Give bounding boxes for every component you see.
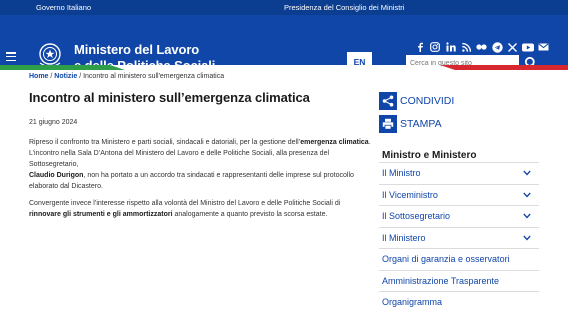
sidebar-item-il-ministero[interactable]: Il Ministero	[379, 226, 539, 249]
flickr-icon[interactable]	[474, 41, 490, 53]
article-paragraph: Convergente invece l’interesse rispetto …	[29, 200, 341, 218]
share-button[interactable]: CONDIVIDI	[379, 92, 454, 110]
article-date: 21 giugno 2024	[29, 119, 78, 126]
breadcrumb-notizie[interactable]: Notizie	[54, 73, 77, 80]
linkedin-icon[interactable]	[443, 41, 459, 53]
breadcrumb-home[interactable]: Home	[29, 73, 48, 80]
print-button[interactable]: STAMPA	[379, 115, 442, 133]
facebook-icon[interactable]	[412, 41, 428, 53]
page-title: Incontro al ministero sull’emergenza cli…	[29, 90, 310, 105]
chevron-down-icon	[523, 192, 531, 198]
share-icon	[379, 92, 397, 110]
site-header: Ministero del Lavoro e delle Politiche S…	[0, 15, 568, 73]
menu-icon[interactable]	[6, 52, 16, 63]
chevron-down-icon	[523, 170, 531, 176]
governo-italiano-link[interactable]: Governo Italiano	[36, 3, 91, 12]
x-icon[interactable]	[505, 41, 521, 53]
social-links	[412, 41, 552, 53]
sidebar-section-title: Ministro e Ministero	[382, 150, 477, 161]
top-bar: Governo Italiano Presidenza del Consigli…	[0, 0, 568, 15]
article-paragraph: Ripreso il confronto tra Ministero e par…	[29, 139, 371, 190]
presidenza-consiglio-link[interactable]: Presidenza del Consiglio dei Ministri	[284, 3, 404, 12]
print-icon	[379, 115, 397, 133]
telegram-icon[interactable]	[490, 41, 506, 53]
sidebar-item-amministrazione-trasparente[interactable]: Amministrazione Trasparente	[379, 269, 539, 292]
sidebar-item-il-sottosegretario[interactable]: Il Sottosegretario	[379, 205, 539, 227]
sidebar-item-organi-garanzia[interactable]: Organi di garanzia e osservatori	[379, 248, 539, 270]
breadcrumb: Home / Notizie / Incontro al ministero s…	[29, 73, 225, 80]
youtube-icon[interactable]	[521, 41, 537, 53]
mail-icon[interactable]	[536, 41, 552, 53]
sidebar-item-organigramma[interactable]: Organigramma	[379, 291, 539, 313]
flag-stripe	[0, 65, 568, 70]
article-body: Ripreso il confronto tra Ministero e par…	[29, 137, 374, 226]
instagram-icon[interactable]	[428, 41, 444, 53]
chevron-down-icon	[523, 235, 531, 241]
breadcrumb-current: Incontro al ministero sull'emergenza cli…	[83, 73, 225, 80]
sidebar-item-il-viceministro[interactable]: Il Viceministro	[379, 183, 539, 206]
rss-icon[interactable]	[459, 41, 475, 53]
chevron-down-icon	[523, 213, 531, 219]
sidebar-nav: Il Ministro Il Viceministro Il Sottosegr…	[379, 162, 539, 313]
sidebar-item-il-ministro[interactable]: Il Ministro	[379, 162, 539, 184]
